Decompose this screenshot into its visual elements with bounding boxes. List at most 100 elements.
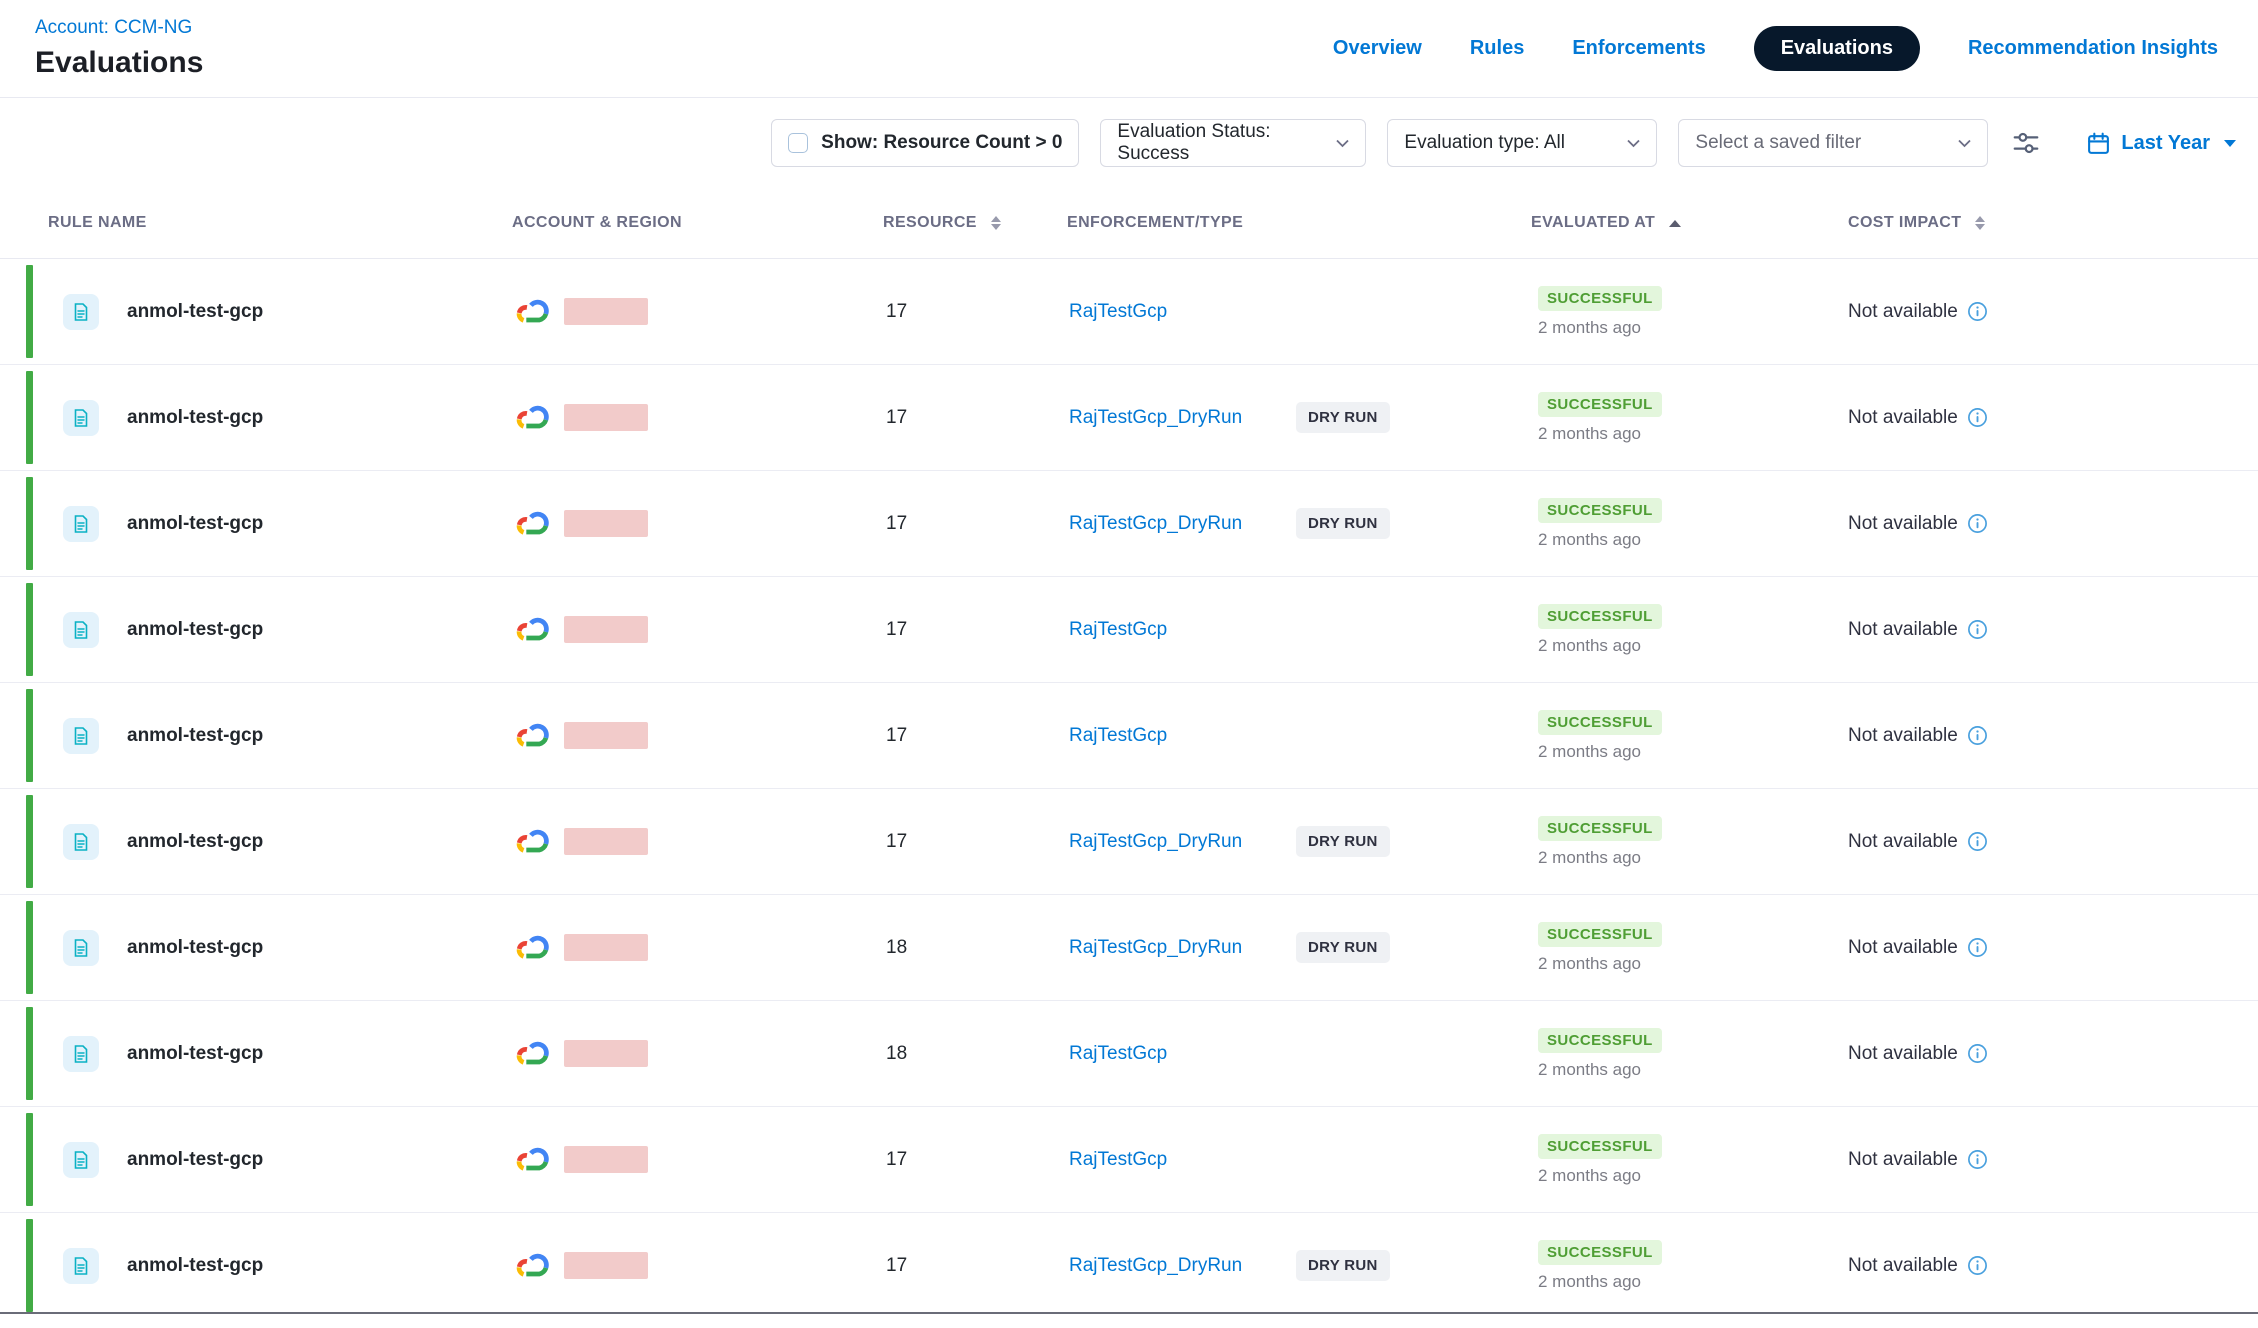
evaluation-type-value: Evaluation type: All — [1404, 132, 1565, 154]
enforcement-link[interactable]: RajTestGcp_DryRun — [1069, 407, 1296, 429]
account-breadcrumb[interactable]: Account: CCM-NG — [35, 17, 203, 39]
table-row[interactable]: anmol-test-gcp 17 RajTestGcp SUCCESSFUL … — [0, 577, 2258, 683]
nav-rules[interactable]: Rules — [1470, 37, 1524, 60]
enforcement-link[interactable]: RajTestGcp_DryRun — [1069, 831, 1296, 853]
rule-name: anmol-test-gcp — [127, 937, 263, 959]
table-row[interactable]: anmol-test-gcp 17 RajTestGcp SUCCESSFUL … — [0, 683, 2258, 789]
table-row[interactable]: anmol-test-gcp 17 RajTestGcp_DryRun DRY … — [0, 1213, 2258, 1312]
evaluated-cell: SUCCESSFUL 2 months ago — [1531, 710, 1848, 762]
rule-name: anmol-test-gcp — [127, 1043, 263, 1065]
cost-impact-cell: Not available — [1848, 513, 2258, 535]
info-icon[interactable] — [1967, 1149, 1988, 1170]
enforcement-cell: RajTestGcp_DryRun DRY RUN — [1067, 826, 1531, 857]
table-bottom-divider — [0, 1312, 2258, 1314]
enforcement-link[interactable]: RajTestGcp_DryRun — [1069, 937, 1296, 959]
status-badge: SUCCESSFUL — [1538, 392, 1662, 417]
status-indicator-bar — [26, 1113, 33, 1206]
nav-overview[interactable]: Overview — [1333, 37, 1422, 60]
status-indicator-bar — [26, 583, 33, 676]
rule-icon — [63, 506, 99, 542]
chevron-down-icon — [1627, 139, 1640, 148]
enforcement-link[interactable]: RajTestGcp — [1069, 1149, 1296, 1171]
table-row[interactable]: anmol-test-gcp 17 RajTestGcp SUCCESSFUL … — [0, 1107, 2258, 1213]
account-cell — [512, 721, 883, 750]
rule-name: anmol-test-gcp — [127, 831, 263, 853]
table-row[interactable]: anmol-test-gcp 17 RajTestGcp_DryRun DRY … — [0, 789, 2258, 895]
cost-impact-cell: Not available — [1848, 725, 2258, 747]
info-icon[interactable] — [1967, 1255, 1988, 1276]
column-resource[interactable]: RESOURCE — [883, 214, 1067, 232]
sort-icon[interactable] — [1975, 216, 1985, 230]
info-icon[interactable] — [1967, 725, 1988, 746]
evaluation-type-dropdown[interactable]: Evaluation type: All — [1387, 119, 1657, 167]
resource-count: 17 — [883, 619, 1067, 641]
evaluation-status-dropdown[interactable]: Evaluation Status: Success — [1100, 119, 1366, 167]
dry-run-badge: DRY RUN — [1296, 826, 1390, 857]
rule-cell: anmol-test-gcp — [0, 930, 512, 966]
account-cell — [512, 827, 883, 856]
cost-impact-cell: Not available — [1848, 1255, 2258, 1277]
nav-enforcements[interactable]: Enforcements — [1572, 37, 1705, 60]
chevron-down-icon — [1958, 139, 1971, 148]
evaluated-cell: SUCCESSFUL 2 months ago — [1531, 498, 1848, 550]
info-icon[interactable] — [1967, 1043, 1988, 1064]
enforcement-link[interactable]: RajTestGcp — [1069, 725, 1296, 747]
sort-icon[interactable] — [991, 216, 1001, 230]
column-enforcement-type: ENFORCEMENT/TYPE — [1067, 214, 1531, 232]
header-titles: Account: CCM-NG Evaluations — [35, 17, 203, 80]
status-indicator-bar — [26, 371, 33, 464]
resource-count-checkbox[interactable] — [788, 133, 808, 153]
enforcement-link[interactable]: RajTestGcp — [1069, 619, 1296, 641]
sort-asc-icon[interactable] — [1669, 220, 1681, 227]
evaluated-cell: SUCCESSFUL 2 months ago — [1531, 1028, 1848, 1080]
rule-icon — [63, 1142, 99, 1178]
rule-cell: anmol-test-gcp — [0, 1142, 512, 1178]
enforcement-link[interactable]: RajTestGcp_DryRun — [1069, 1255, 1296, 1277]
resource-count: 17 — [883, 831, 1067, 853]
info-icon[interactable] — [1967, 619, 1988, 640]
gcp-cloud-icon — [515, 1145, 551, 1174]
status-badge: SUCCESSFUL — [1538, 1240, 1662, 1265]
caret-down-icon — [2224, 140, 2236, 147]
enforcement-link[interactable]: RajTestGcp_DryRun — [1069, 513, 1296, 535]
status-indicator-bar — [26, 1007, 33, 1100]
status-indicator-bar — [26, 1219, 33, 1312]
info-icon[interactable] — [1967, 407, 1988, 428]
enforcement-cell: RajTestGcp_DryRun DRY RUN — [1067, 1250, 1531, 1281]
enforcement-cell: RajTestGcp — [1067, 1043, 1531, 1065]
table-row[interactable]: anmol-test-gcp 18 RajTestGcp SUCCESSFUL … — [0, 1001, 2258, 1107]
evaluated-time: 2 months ago — [1538, 636, 1641, 656]
rule-icon — [63, 824, 99, 860]
evaluated-time: 2 months ago — [1538, 1060, 1641, 1080]
table-row[interactable]: anmol-test-gcp 17 RajTestGcp SUCCESSFUL … — [0, 259, 2258, 365]
dry-run-badge: DRY RUN — [1296, 1250, 1390, 1281]
rule-cell: anmol-test-gcp — [0, 612, 512, 648]
info-icon[interactable] — [1967, 301, 1988, 322]
status-indicator-bar — [26, 795, 33, 888]
date-range-picker[interactable]: Last Year — [2086, 131, 2236, 156]
nav-evaluations[interactable]: Evaluations — [1754, 26, 1920, 71]
cost-impact-text: Not available — [1848, 1149, 1958, 1171]
evaluated-time: 2 months ago — [1538, 848, 1641, 868]
table-body: anmol-test-gcp 17 RajTestGcp SUCCESSFUL … — [0, 259, 2258, 1312]
table-row[interactable]: anmol-test-gcp 18 RajTestGcp_DryRun DRY … — [0, 895, 2258, 1001]
saved-filter-dropdown[interactable]: Select a saved filter — [1678, 119, 1988, 167]
column-evaluated-at[interactable]: EVALUATED AT — [1531, 214, 1848, 232]
table-row[interactable]: anmol-test-gcp 17 RajTestGcp_DryRun DRY … — [0, 471, 2258, 577]
account-cell — [512, 933, 883, 962]
gcp-cloud-icon — [515, 509, 551, 538]
nav-recommendation-insights[interactable]: Recommendation Insights — [1968, 37, 2218, 60]
enforcement-cell: RajTestGcp — [1067, 725, 1531, 747]
enforcement-link[interactable]: RajTestGcp — [1069, 301, 1296, 323]
rule-name: anmol-test-gcp — [127, 619, 263, 641]
cost-impact-text: Not available — [1848, 937, 1958, 959]
info-icon[interactable] — [1967, 831, 1988, 852]
resource-count: 17 — [883, 407, 1067, 429]
table-row[interactable]: anmol-test-gcp 17 RajTestGcp_DryRun DRY … — [0, 365, 2258, 471]
column-cost-impact[interactable]: COST IMPACT — [1848, 214, 2258, 232]
resource-count-filter[interactable]: Show: Resource Count > 0 — [771, 119, 1079, 167]
filter-settings-button[interactable] — [2006, 123, 2046, 163]
info-icon[interactable] — [1967, 937, 1988, 958]
info-icon[interactable] — [1967, 513, 1988, 534]
enforcement-link[interactable]: RajTestGcp — [1069, 1043, 1296, 1065]
